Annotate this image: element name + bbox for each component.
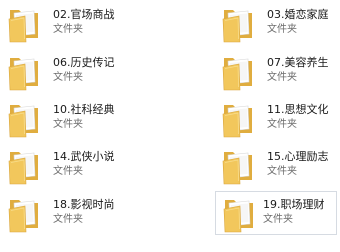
folder-name: 06.历史传记 [53, 56, 115, 69]
folder-type: 文件夹 [53, 24, 83, 35]
folder-item-10[interactable]: 10.社科经典 文件夹 [4, 96, 126, 140]
folder-item-02[interactable]: 02.官场商战 文件夹 [4, 1, 126, 45]
folder-item-06[interactable]: 06.历史传记 文件夹 [4, 49, 126, 93]
folder-type: 文件夹 [267, 166, 297, 177]
folder-icon [4, 49, 44, 93]
folder-icon [4, 143, 44, 187]
folder-icon [4, 1, 44, 45]
folder-icon [219, 191, 259, 235]
folder-type: 文件夹 [53, 166, 83, 177]
folder-item-14[interactable]: 14.武侠小说 文件夹 [4, 143, 126, 187]
folder-type: 文件夹 [53, 119, 83, 130]
folder-name: 14.武侠小说 [53, 150, 115, 163]
folder-name: 07.美容养生 [267, 56, 329, 69]
folder-item-07[interactable]: 07.美容养生 文件夹 [218, 49, 340, 93]
folder-name: 11.思想文化 [267, 103, 329, 116]
folder-name: 03.婚恋家庭 [267, 8, 329, 21]
folder-icon [218, 143, 258, 187]
folder-name: 19.职场理财 [263, 198, 325, 211]
folder-item-15[interactable]: 15.心理励志 文件夹 [218, 143, 340, 187]
folder-name: 15.心理励志 [267, 150, 329, 163]
folder-type: 文件夹 [267, 72, 297, 83]
folder-icon [4, 191, 44, 235]
folder-name: 18.影视时尚 [53, 198, 115, 211]
folder-type: 文件夹 [267, 24, 297, 35]
folder-type: 文件夹 [263, 214, 293, 225]
folder-icon [218, 49, 258, 93]
folder-type: 文件夹 [53, 214, 83, 225]
folder-item-19[interactable]: 19.职场理财 文件夹 [215, 191, 337, 235]
folder-item-18[interactable]: 18.影视时尚 文件夹 [4, 191, 126, 235]
folder-icon [4, 96, 44, 140]
folder-name: 02.官场商战 [53, 8, 115, 21]
folder-icon [218, 96, 258, 140]
folder-view: 02.官场商战 文件夹 03.婚恋家庭 文件夹 06.历史传记 文件夹 07.美… [0, 0, 340, 252]
folder-icon [218, 1, 258, 45]
folder-name: 10.社科经典 [53, 103, 115, 116]
folder-item-03[interactable]: 03.婚恋家庭 文件夹 [218, 1, 340, 45]
folder-type: 文件夹 [53, 72, 83, 83]
folder-item-11[interactable]: 11.思想文化 文件夹 [218, 96, 340, 140]
folder-type: 文件夹 [267, 119, 297, 130]
